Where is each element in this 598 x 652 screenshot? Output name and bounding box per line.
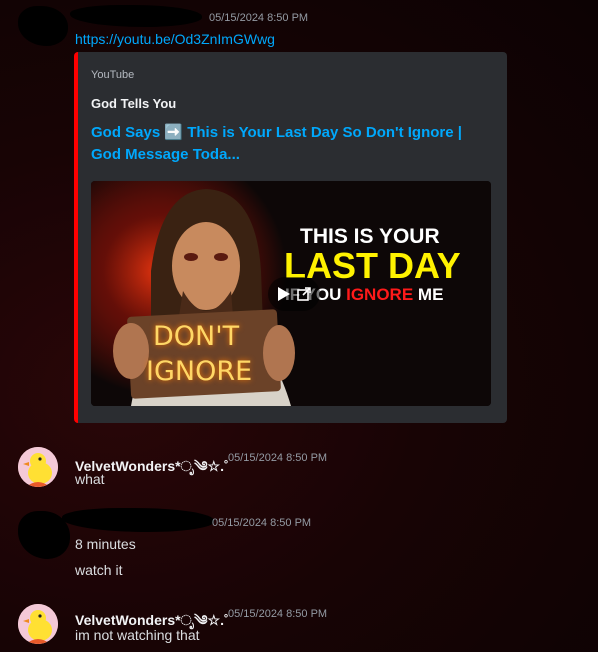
message-timestamp: 05/15/2024 8:50 PM <box>209 12 309 24</box>
redacted-author-name[interactable] <box>70 5 202 27</box>
duck-avatar-icon <box>18 447 58 487</box>
redacted-avatar[interactable] <box>18 6 68 46</box>
youtube-link[interactable]: https://youtu.be/Od3ZnImGWwg <box>75 31 275 47</box>
redacted-author-name[interactable] <box>62 508 214 532</box>
embed-title-link[interactable]: God Says ➡️ This is Your Last Day So Don… <box>91 122 491 166</box>
embed-provider[interactable]: YouTube <box>91 69 134 81</box>
thumbnail-headline-3c: ME <box>417 285 444 304</box>
avatar[interactable] <box>18 447 58 487</box>
play-icon <box>278 287 290 301</box>
message-timestamp: 05/15/2024 8:50 PM <box>212 517 312 529</box>
sign-text-top: DON'T <box>153 321 240 352</box>
thumbnail-headline-3b: IGNORE <box>346 285 414 304</box>
popout-icon <box>297 287 311 301</box>
play-button[interactable] <box>268 277 320 311</box>
duck-avatar-icon <box>18 604 58 644</box>
message-text: watch it <box>75 562 123 578</box>
video-thumbnail[interactable]: DON'T IGNORE THIS IS YOUR LAST DAY IF YO… <box>91 181 491 406</box>
message-text: im not watching that <box>75 627 200 643</box>
message-timestamp: 05/15/2024 8:50 PM <box>228 452 328 464</box>
youtube-embed: YouTube God Tells You God Says ➡️ This i… <box>74 52 507 423</box>
message-text: what <box>75 471 105 487</box>
sign-text-bottom: IGNORE <box>146 356 253 387</box>
embed-author[interactable]: God Tells You <box>91 96 176 111</box>
avatar[interactable] <box>18 604 58 644</box>
message-timestamp: 05/15/2024 8:50 PM <box>228 608 328 620</box>
message-text: 8 minutes <box>75 536 136 552</box>
